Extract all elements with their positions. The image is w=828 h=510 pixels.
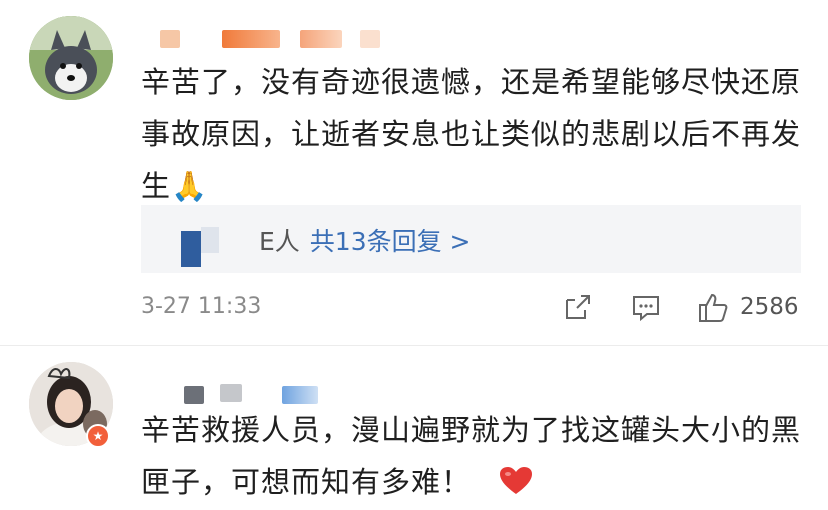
comment-body: 辛苦救援人员，漫山遍野就为了找这罐头大小的黑匣子，可想而知有多难！	[141, 413, 802, 499]
comment-text: 辛苦救援人员，漫山遍野就为了找这罐头大小的黑匣子，可想而知有多难！	[141, 404, 801, 508]
view-replies-link[interactable]: 共13条回复 >	[310, 227, 471, 256]
reply-avatar-blurred	[181, 227, 219, 267]
reply-summary: E人 共13条回复 >	[259, 222, 471, 258]
reply-preview[interactable]: E人 共13条回复 >	[141, 205, 801, 273]
username-blurred[interactable]	[222, 30, 280, 48]
thumbs-up-icon[interactable]	[697, 292, 729, 324]
like-count: 2586	[740, 294, 799, 320]
username-blurred[interactable]	[300, 30, 342, 48]
username-blurred[interactable]	[220, 384, 242, 402]
share-icon[interactable]	[563, 292, 593, 322]
avatar[interactable]	[29, 16, 113, 100]
reply-username: E人	[259, 227, 300, 256]
comment-timestamp: 3-27 11:33	[141, 294, 262, 319]
username-blurred[interactable]	[184, 386, 204, 404]
username-blurred[interactable]	[160, 30, 180, 48]
vip-badge-icon: ★	[86, 424, 110, 448]
comment-divider	[0, 345, 828, 346]
username-blurred[interactable]	[282, 386, 318, 404]
husky-avatar-image	[29, 16, 113, 100]
comment-icon[interactable]	[631, 292, 661, 322]
heart-icon	[500, 467, 533, 494]
comment-text: 辛苦了，没有奇迹很遗憾，还是希望能够尽快还原事故原因，让逝者安息也让类似的悲剧以…	[141, 65, 802, 203]
username-blurred[interactable]	[360, 30, 380, 48]
